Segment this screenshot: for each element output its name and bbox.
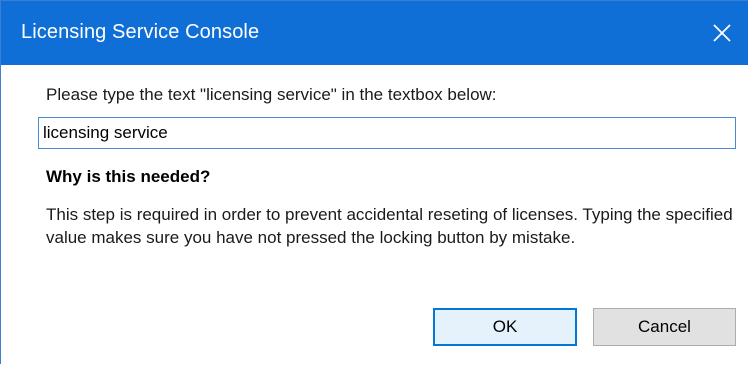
confirmation-text-input[interactable] [38, 117, 736, 149]
why-heading: Why is this needed? [46, 167, 211, 186]
dialog-window: Licensing Service Console Please type th… [0, 0, 748, 365]
why-explanation: This step is required in order to preven… [46, 205, 733, 247]
title-bar[interactable]: Licensing Service Console [1, 1, 748, 65]
close-icon [712, 23, 732, 43]
dialog-body: Please type the text "licensing service"… [1, 65, 748, 365]
cancel-button[interactable]: Cancel [593, 308, 736, 346]
window-title: Licensing Service Console [21, 21, 260, 43]
close-button[interactable] [696, 1, 748, 65]
prompt-label: Please type the text "licensing service"… [46, 85, 497, 104]
ok-button[interactable]: OK [433, 308, 577, 346]
